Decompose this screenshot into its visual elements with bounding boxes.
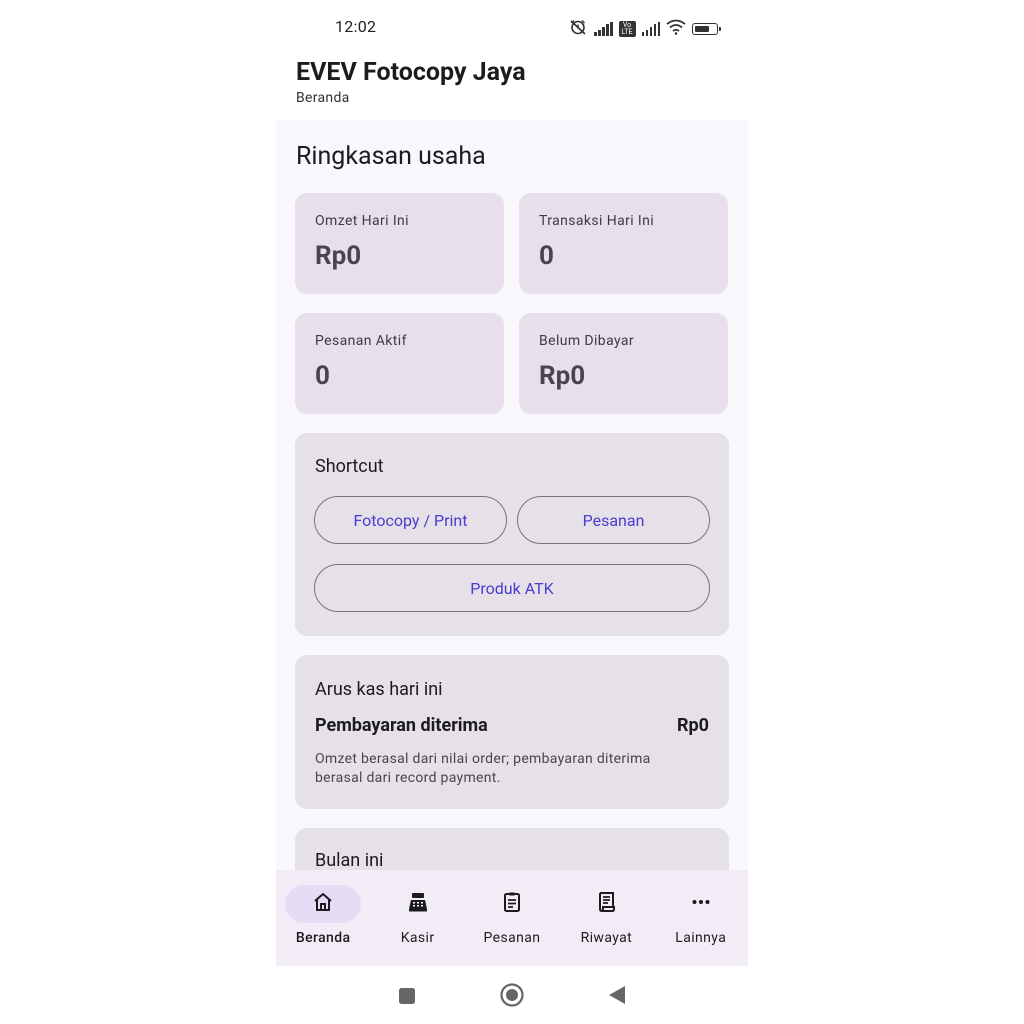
app-title: EVEV Fotocopy Jaya [296,58,526,87]
produk-atk-button[interactable]: Produk ATK [314,564,710,612]
month-title: Bulan ini [315,850,384,870]
status-time: 12:02 [335,17,377,36]
phone-screen: 12:02 Vo LTE EVEV Fotocopy Jaya Beranda … [276,0,748,1024]
shortcut-title: Shortcut [315,456,384,477]
stat-value: Rp0 [315,241,362,271]
home-icon [311,890,335,918]
stat-value: 0 [539,241,554,271]
nav-label: Lainnya [675,930,727,946]
stat-value: Rp0 [539,361,586,391]
nav-label: Riwayat [580,930,633,946]
stat-label: Belum Dibayar [539,333,635,349]
shortcut-panel: Shortcut Fotocopy / Print Pesanan Produk… [295,433,729,636]
nav-label: Kasir [400,930,435,946]
stat-label: Transaksi Hari Ini [539,213,655,229]
alarm-off-icon [568,18,588,40]
nav-icon-wrap [663,885,739,923]
summary-title: Ringkasan usaha [296,142,486,171]
stat-card-omzet: Omzet Hari Ini Rp0 [295,193,504,294]
battery-icon [692,23,721,35]
system-navigation-bar [276,966,748,1024]
home-circle-icon[interactable] [500,983,524,1011]
page-subtitle: Beranda [296,90,350,106]
more-horiz-icon [689,890,713,918]
signal-1-icon [594,22,613,36]
stat-label: Pesanan Aktif [315,333,407,349]
wifi-icon [666,19,686,39]
month-panel: Bulan ini [295,828,729,870]
cash-register-icon [406,890,430,918]
stat-card-pesanan-aktif: Pesanan Aktif 0 [295,313,504,414]
payment-received-value: Rp0 [677,715,709,736]
nav-icon-wrap [474,885,550,923]
volte-badge: Vo LTE [618,21,636,37]
cashflow-note: Omzet berasal dari nilai order; pembayar… [315,751,651,786]
nav-item-pesanan[interactable]: Pesanan [465,870,559,966]
status-bar: 12:02 Vo LTE [276,0,748,52]
nav-active-indicator [285,885,362,923]
stat-card-transaksi: Transaksi Hari Ini 0 [519,193,728,294]
nav-item-riwayat[interactable]: Riwayat [559,870,653,966]
recents-square-icon[interactable] [398,987,416,1009]
back-triangle-icon[interactable] [608,985,626,1009]
payment-received-label: Pembayaran diterima [315,715,488,736]
cashflow-panel: Arus kas hari ini Pembayaran diterima Rp… [295,655,729,809]
nav-item-kasir[interactable]: Kasir [370,870,464,966]
app-header: EVEV Fotocopy Jaya Beranda [276,52,748,120]
nav-label: Pesanan [483,930,541,946]
content-scroll-area[interactable]: Ringkasan usaha Omzet Hari Ini Rp0 Trans… [276,120,748,870]
nav-icon-wrap [568,885,644,923]
stat-card-belum-dibayar: Belum Dibayar Rp0 [519,313,728,414]
nav-item-beranda[interactable]: Beranda [276,870,370,966]
cashflow-title: Arus kas hari ini [315,679,443,700]
status-icons: Vo LTE [568,18,721,40]
pesanan-button[interactable]: Pesanan [517,496,710,544]
nav-label: Beranda [295,930,351,946]
stat-value: 0 [315,361,330,391]
clipboard-icon [500,890,524,918]
signal-2-icon [641,22,660,36]
bottom-navigation: Beranda Kasir Pesanan Riwayat Lainnya [276,870,748,966]
receipt-icon [594,890,618,918]
nav-item-lainnya[interactable]: Lainnya [654,870,748,966]
fotocopy-print-button[interactable]: Fotocopy / Print [314,496,507,544]
nav-icon-wrap [380,885,456,923]
stat-label: Omzet Hari Ini [315,213,409,229]
